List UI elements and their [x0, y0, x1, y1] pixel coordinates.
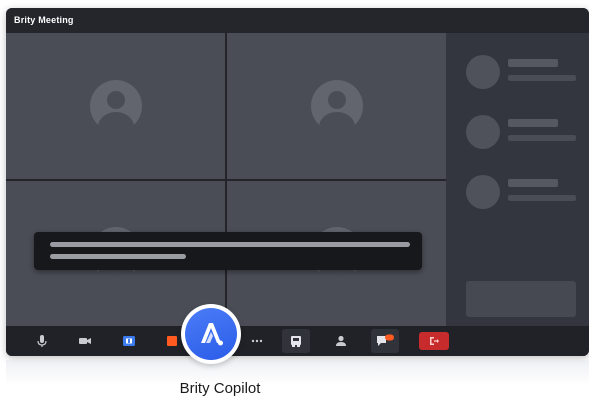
- participant-name-placeholder: [508, 119, 558, 127]
- layout-button[interactable]: [282, 329, 310, 353]
- layout-icon: [291, 336, 301, 347]
- more-button[interactable]: [243, 329, 271, 353]
- avatar: [466, 55, 500, 89]
- video-tile[interactable]: [6, 33, 225, 179]
- share-screen-button[interactable]: [115, 329, 143, 353]
- window-title: Brity Meeting: [6, 8, 589, 33]
- participant-info-placeholder: [508, 75, 576, 81]
- avatar: [466, 175, 500, 209]
- participant-item[interactable]: [466, 115, 581, 151]
- participant-item[interactable]: [466, 55, 581, 91]
- leave-icon: [430, 337, 439, 345]
- camera-button[interactable]: [71, 329, 99, 353]
- window-reflection: [6, 360, 589, 386]
- participants-icon: [336, 335, 346, 346]
- avatar-placeholder-icon: [310, 79, 363, 132]
- meeting-window: Brity Meeting: [6, 8, 589, 356]
- camera-icon: [79, 338, 91, 344]
- participants-button[interactable]: [327, 329, 355, 353]
- meeting-toolbar: [6, 326, 589, 356]
- chat-button[interactable]: [371, 329, 399, 353]
- leave-button[interactable]: [419, 332, 449, 350]
- copilot-label: Brity Copilot: [179, 380, 261, 397]
- participants-panel: [446, 33, 589, 326]
- avatar: [466, 115, 500, 149]
- video-tile[interactable]: [227, 33, 446, 179]
- copilot-logo-icon: [201, 323, 223, 346]
- record-icon: [167, 336, 177, 346]
- participant-item[interactable]: [466, 175, 581, 211]
- more-icon: [251, 339, 263, 343]
- participant-info-placeholder: [508, 195, 576, 201]
- avatar-placeholder-icon: [89, 79, 142, 132]
- share-screen-icon: [123, 336, 135, 346]
- participant-name-placeholder: [508, 59, 558, 67]
- chat-input-placeholder[interactable]: [466, 281, 576, 317]
- caption-line: [50, 254, 186, 259]
- mic-button[interactable]: [28, 329, 56, 353]
- copilot-button[interactable]: [185, 308, 237, 360]
- participant-info-placeholder: [508, 135, 576, 141]
- caption-overlay: [34, 232, 422, 270]
- chat-icon: [377, 334, 394, 346]
- mic-icon: [37, 335, 47, 347]
- participant-name-placeholder: [508, 179, 558, 187]
- video-grid: [6, 33, 446, 326]
- caption-line: [50, 242, 410, 247]
